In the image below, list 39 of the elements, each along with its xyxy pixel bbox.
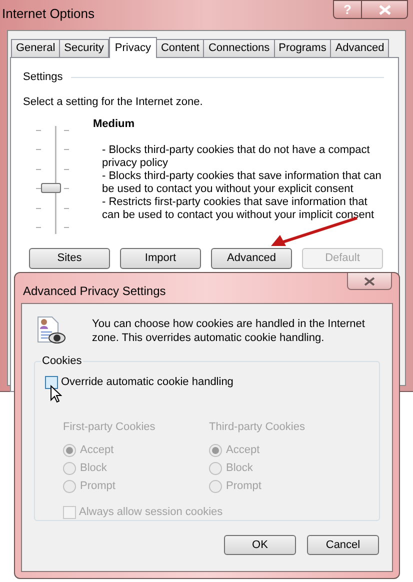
group-label: Settings [23, 70, 63, 85]
description-text: - Restricts first-party cookies that save information that can be used to contact you without your implicit consent [102, 196, 376, 222]
tab[interactable]: Privacy [108, 37, 157, 58]
push-button[interactable]: Advanced [211, 248, 292, 269]
checkbox[interactable] [45, 376, 58, 389]
push-button[interactable]: OK [224, 535, 296, 555]
dialog-title: Advanced Privacy Settings [23, 283, 166, 300]
radio-label: Accept [80, 442, 114, 458]
close-icon [364, 276, 375, 286]
window-title: Internet Options [2, 5, 94, 23]
tab[interactable]: Programs [274, 39, 332, 57]
radio-label: Block [226, 460, 253, 476]
tab[interactable]: Content [156, 39, 204, 57]
push-button[interactable]: Import [120, 248, 201, 269]
tab[interactable]: General [11, 39, 60, 57]
push-button[interactable]: Sites [29, 248, 110, 269]
radio-label: Prompt [226, 478, 262, 494]
radio-label: Prompt [80, 478, 116, 494]
slider-thumb[interactable] [41, 183, 61, 194]
column-heading: Third-party Cookies [209, 420, 306, 434]
description-text: - Blocks third-party cookies that do not have a compact privacy policy [102, 144, 371, 170]
document-eye-icon [36, 315, 66, 345]
tab[interactable]: Advanced [330, 39, 390, 57]
prompt-text: Select a setting for the Internet zone. [23, 94, 204, 110]
checkbox-label: Override automatic cookie handling [61, 375, 234, 390]
tab[interactable]: Security [59, 39, 109, 57]
push-button[interactable]: Cancel [307, 535, 379, 555]
close-icon [378, 4, 390, 14]
description-text: - Blocks third-party cookies that save information that can be used to contact you without your explicit consent [102, 170, 382, 196]
column-heading: First-party Cookies [63, 420, 156, 434]
close-button[interactable] [347, 273, 392, 290]
mouse-pointer-icon [50, 385, 62, 403]
checkbox-label: Always allow session cookies [79, 505, 223, 520]
tab[interactable]: Connections [203, 39, 275, 57]
close-button[interactable] [362, 0, 408, 19]
radio-label: Block [80, 460, 107, 476]
radio-label: Accept [226, 442, 260, 458]
dialog-message: You can choose how cookies are handled in the Internet zone. This overrides automatic cookie handling. [92, 317, 366, 345]
level-name: Medium [93, 117, 136, 132]
